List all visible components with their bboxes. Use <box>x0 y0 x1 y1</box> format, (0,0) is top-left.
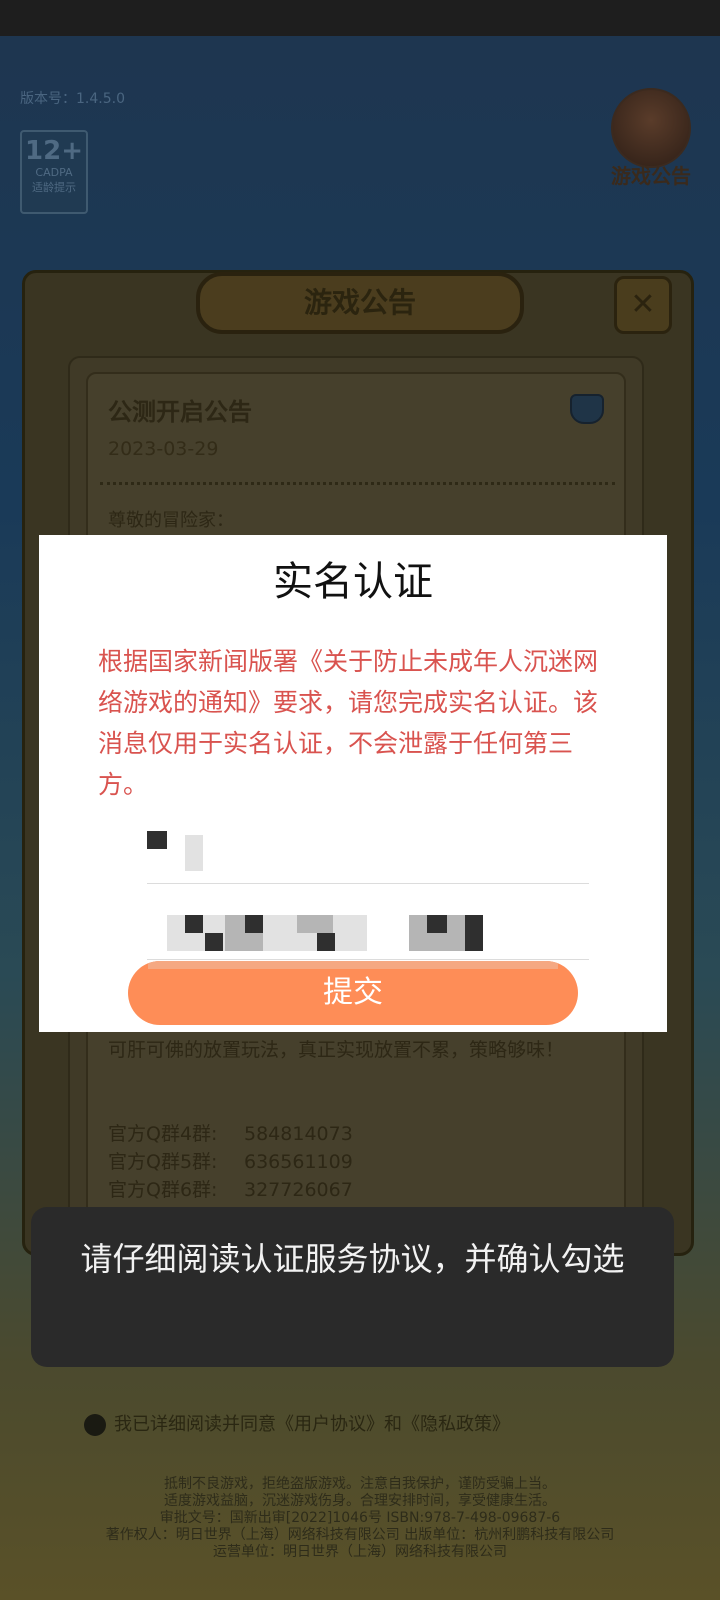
dialog-message: 根据国家新闻版署《关于防止未成年人沉迷网络游戏的通知》要求，请您完成实名认证。该… <box>98 647 599 799</box>
game-notice-label: 游戏公告 <box>611 164 691 188</box>
redacted-block <box>317 933 335 951</box>
age-rating-label: 适龄提示 <box>32 181 76 194</box>
redacted-block <box>185 835 203 871</box>
toast-text: 请仔细阅读认证服务协议，并确认勾选 <box>80 1240 625 1278</box>
agreement-row[interactable]: 我已详细阅读并同意《用户协议》和《隐私政策》 <box>84 1410 510 1436</box>
footer-line: 抵制不良游戏，拒绝盗版游戏。注意自我保护，谨防受骗上当。 <box>164 1476 556 1492</box>
divider <box>100 482 615 485</box>
announcement-panel-title: 游戏公告 <box>196 272 524 334</box>
footer-line: 适度游戏益脑，沉迷游戏伤身。合理安排时间，享受健康生活。 <box>164 1493 556 1509</box>
footer-line: 运营单位：明日世界（上海）网络科技有限公司 <box>213 1544 507 1560</box>
toast-message: 请仔细阅读认证服务协议，并确认勾选 <box>31 1207 674 1367</box>
submit-button-label: 提交 <box>323 975 383 1010</box>
version-label: 版本号：1.4.5.0 <box>20 91 125 107</box>
announcement-body: 可肝可佛的放置玩法，真正实现放置不累，策略够味！ <box>108 1039 565 1061</box>
age-rating-sub: CADPA <box>35 166 73 179</box>
redacted-block <box>185 915 203 933</box>
announcement-greeting: 尊敬的冒险家： <box>108 510 234 531</box>
age-rating-number: 12+ <box>25 136 83 166</box>
redacted-block <box>465 915 483 951</box>
game-notice-button[interactable]: 游戏公告 <box>596 88 706 188</box>
real-name-dialog: 实名认证 根据国家新闻版署《关于防止未成年人沉迷网络游戏的通知》要求，请您完成实… <box>39 535 667 1032</box>
agreement-checkbox[interactable] <box>84 1414 106 1436</box>
gem-icon <box>570 394 604 424</box>
close-icon[interactable]: ✕ <box>614 276 672 334</box>
age-rating-badge[interactable]: 12+ CADPA 适龄提示 <box>20 130 88 214</box>
redacted-block <box>297 915 333 933</box>
redacted-block <box>205 933 223 951</box>
qq-group-row: 官方Q群5群: 636561109 <box>108 1151 353 1173</box>
qq-group-row: 官方Q群4群: 584814073 <box>108 1123 353 1145</box>
id-number-field[interactable] <box>147 907 589 960</box>
qq-group-list: 官方Q群4群: 584814073 官方Q群5群: 636561109 官方Q群6群… <box>108 1120 353 1204</box>
footer-notice: 抵制不良游戏，拒绝盗版游戏。注意自我保护，谨防受骗上当。 适度游戏益脑，沉迷游戏… <box>30 1476 690 1561</box>
button-highlight <box>148 961 558 969</box>
redacted-block <box>147 831 167 849</box>
agreement-text: 我已详细阅读并同意《用户协议》和《隐私政策》 <box>114 1414 510 1435</box>
qq-group-row: 官方Q群6群: 327726067 <box>108 1179 353 1201</box>
redacted-block <box>427 915 447 933</box>
redacted-block <box>245 915 263 933</box>
status-bar <box>0 0 720 36</box>
footer-line: 审批文号：国新出审[2022]1046号 ISBN:978-7-498-0968… <box>159 1510 561 1526</box>
submit-button[interactable]: 提交 <box>128 961 578 1025</box>
name-field[interactable] <box>147 831 589 884</box>
notice-character-icon <box>611 88 691 168</box>
dialog-title: 实名认证 <box>273 559 433 605</box>
footer-line: 著作权人：明日世界（上海）网络科技有限公司 出版单位：杭州利鹏科技有限公司 <box>105 1527 615 1543</box>
announcement-title[interactable]: 公测开启公告 <box>108 392 252 427</box>
announcement-date: 2023-03-29 <box>108 438 219 460</box>
